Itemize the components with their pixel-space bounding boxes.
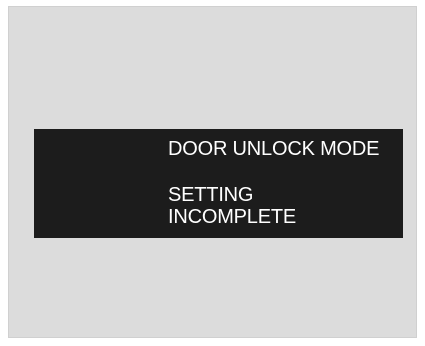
- display-title: DOOR UNLOCK MODE: [168, 138, 380, 160]
- info-display-screen: DOOR UNLOCK MODE SETTING INCOMPLETE: [34, 129, 403, 238]
- status-message-line-1: SETTING: [168, 184, 254, 206]
- status-message-line-2: INCOMPLETE: [168, 206, 297, 228]
- figure-frame: DOOR UNLOCK MODE SETTING INCOMPLETE: [8, 6, 417, 338]
